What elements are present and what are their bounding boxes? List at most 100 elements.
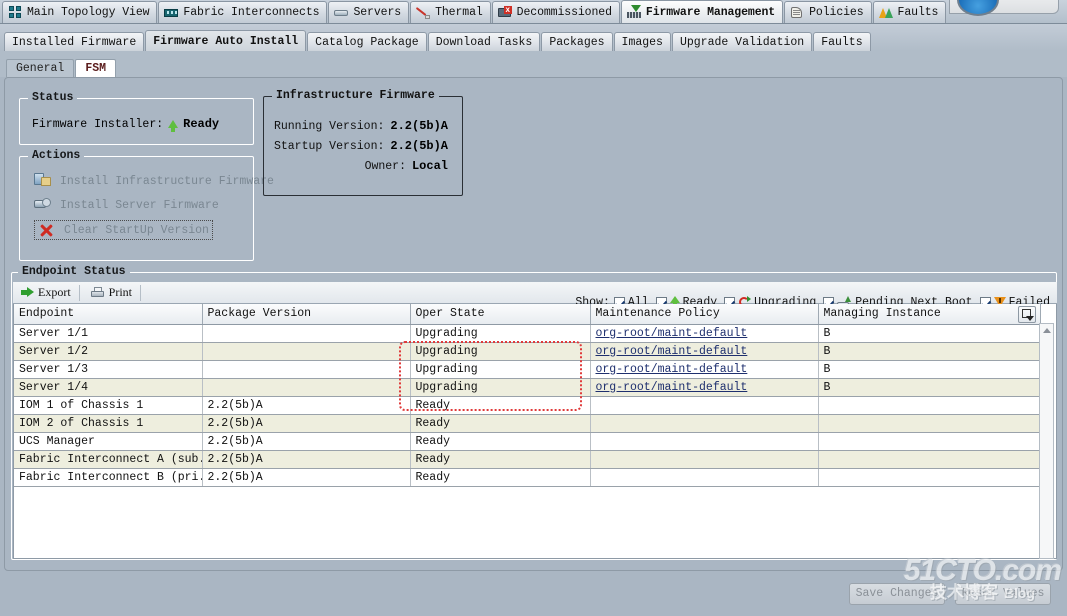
maintenance-policy-link[interactable]: org-root/maint-default [596,327,748,340]
tab-label: FSM [85,62,107,75]
table-row[interactable]: Server 1/4 Upgrading org-root/maint-defa… [14,378,1041,397]
table-row[interactable]: UCS Manager 2.2(5b)A Ready [14,432,1041,451]
bottom-button-bar: Save Changes Reset Values [4,575,1063,612]
cell-package-version [202,342,411,361]
subtab-firmware-auto-install[interactable]: Firmware Auto Install [145,30,307,51]
cell-maintenance-policy[interactable]: org-root/maint-default [590,324,819,343]
endpoint-status-group: Endpoint Status Export Print Show: All R… [11,265,1057,560]
tab-general[interactable]: General [6,59,75,77]
cell-maintenance-policy [590,396,819,415]
cell-managing-instance [818,432,1041,451]
cell-maintenance-policy[interactable]: org-root/maint-default [590,342,819,361]
green-up-arrow-icon [168,120,179,132]
subtab-label: Packages [549,35,605,49]
cell-oper-state: Upgrading [410,378,591,397]
cell-maintenance-policy[interactable]: org-root/maint-default [590,360,819,379]
table-row[interactable]: IOM 2 of Chassis 1 2.2(5b)A Ready [14,414,1041,433]
topology-icon [8,5,23,20]
cell-package-version: 2.2(5b)A [202,414,411,433]
nav-tab-label: Main Topology View [27,6,150,19]
running-version-row: Running Version: 2.2(5b)A [274,119,448,133]
column-chooser-button[interactable] [1018,306,1036,323]
nav-tab-fabric-interconnects[interactable]: Fabric Interconnects [158,1,328,23]
nav-tab-firmware-management[interactable]: Firmware Management [620,0,784,23]
table-vertical-scrollbar[interactable] [1039,323,1054,559]
cell-oper-state: Ready [410,396,591,415]
subtab-catalog-package[interactable]: Catalog Package [307,32,427,51]
firmware-installer-value: Ready [183,117,220,131]
toolbar-divider [78,284,80,301]
endpoint-status-table: Endpoint Package Version Oper State Main… [14,304,1041,487]
cell-managing-instance [818,450,1041,469]
table-row[interactable]: Server 1/2 Upgrading org-root/maint-defa… [14,342,1041,361]
subtab-label: Upgrade Validation [679,35,805,49]
firmware-subnav-tabbar: Installed Firmware Firmware Auto Install… [0,24,1067,51]
cell-managing-instance [818,396,1041,415]
nav-tab-faults[interactable]: Faults [872,1,947,23]
column-header-endpoint[interactable]: Endpoint [14,304,203,325]
action-install-infrastructure-firmware[interactable]: Install Infrastructure Firmware [34,173,274,189]
table-row[interactable]: Server 1/1 Upgrading org-root/maint-defa… [14,324,1041,343]
cell-oper-state: Ready [410,414,591,433]
cell-maintenance-policy[interactable]: org-root/maint-default [590,378,819,397]
nav-tab-decommissioned[interactable]: x Decommissioned [491,1,620,23]
status-group-legend: Status [28,91,78,104]
save-changes-button[interactable]: Save Changes [849,582,945,605]
subtab-label: Installed Firmware [12,35,137,49]
owner-value: Local [411,159,448,173]
subtab-upgrade-validation[interactable]: Upgrade Validation [671,32,813,51]
cell-oper-state: Ready [410,432,591,451]
column-header-oper-state[interactable]: Oper State [410,304,591,325]
scroll-up-arrow-icon[interactable] [1043,328,1051,333]
subtab-images[interactable]: Images [613,32,671,51]
nav-tab-label: Faults [897,6,939,19]
status-group: Status Firmware Installer: Ready [19,91,254,145]
column-header-managing-instance[interactable]: Managing Instance [818,304,1041,325]
policies-icon [790,6,805,20]
actions-group-legend: Actions [28,149,85,162]
cell-maintenance-policy [590,468,819,487]
owner-label: Owner: [364,160,406,173]
subtab-packages[interactable]: Packages [541,32,613,51]
subtab-faults[interactable]: Faults [813,32,871,51]
action-label: Clear StartUp Version [64,223,209,237]
subtab-installed-firmware[interactable]: Installed Firmware [4,32,145,51]
export-arrow-icon [21,287,34,298]
nav-tab-thermal[interactable]: Thermal [410,1,491,23]
maintenance-policy-link[interactable]: org-root/maint-default [596,363,748,376]
fabric-icon [164,6,179,20]
reset-values-button[interactable]: Reset Values [955,582,1051,605]
column-header-maintenance-policy[interactable]: Maintenance Policy [590,304,819,325]
action-install-server-firmware[interactable]: Install Server Firmware [34,197,219,213]
table-row[interactable]: Server 1/3 Upgrading org-root/maint-defa… [14,360,1041,379]
table-row[interactable]: IOM 1 of Chassis 1 2.2(5b)A Ready [14,396,1041,415]
column-header-package-version[interactable]: Package Version [202,304,411,325]
cell-endpoint: Server 1/4 [14,378,203,397]
tab-fsm[interactable]: FSM [75,59,117,77]
subtab-label: Faults [821,35,863,49]
main-nav-tabbar: Main Topology View Fabric Interconnects … [0,0,1067,24]
subtab-download-tasks[interactable]: Download Tasks [427,32,541,51]
cell-managing-instance [818,414,1041,433]
maintenance-policy-link[interactable]: org-root/maint-default [596,345,748,358]
clear-red-x-icon [38,222,56,238]
nav-tab-main-topology-view[interactable]: Main Topology View [2,1,158,23]
cell-package-version: 2.2(5b)A [202,450,411,469]
infrastructure-firmware-group: Infrastructure Firmware Running Version:… [263,89,463,196]
nav-tab-label: Servers [353,6,402,19]
decommissioned-icon: x [497,5,513,20]
table-row[interactable]: Fabric Interconnect B (pri... 2.2(5b)A R… [14,468,1041,487]
table-row[interactable]: Fabric Interconnect A (sub... 2.2(5b)A R… [14,450,1041,469]
nav-tab-servers[interactable]: Servers [328,1,410,23]
maintenance-policy-link[interactable]: org-root/maint-default [596,381,748,394]
print-button[interactable]: Print [84,284,138,301]
nav-tab-label: Fabric Interconnects [183,6,320,19]
action-clear-startup-version[interactable]: Clear StartUp Version [34,220,213,240]
actions-group: Actions Install Infrastructure Firmware … [19,149,274,261]
startup-version-label: Startup Version: [273,140,385,153]
servers-icon [334,6,349,20]
nav-tab-policies[interactable]: Policies [784,1,872,23]
startup-version-value: 2.2(5b)A [390,139,448,153]
export-button[interactable]: Export [15,284,77,301]
cell-endpoint: IOM 1 of Chassis 1 [14,396,203,415]
